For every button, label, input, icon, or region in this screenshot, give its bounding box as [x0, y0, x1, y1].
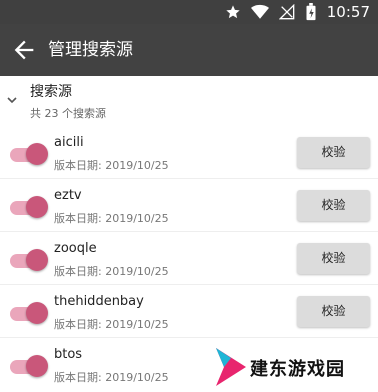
source-toggle[interactable]	[10, 301, 50, 324]
source-toggle[interactable]	[10, 142, 50, 165]
source-name: zooqle	[54, 241, 97, 256]
source-date: 版本日期: 2019/10/25	[54, 159, 169, 172]
source-group-header[interactable]: 搜索源 共 23 个搜索源	[0, 76, 378, 124]
source-date: 版本日期: 2019/10/25	[54, 318, 169, 331]
app-bar: 管理搜索源	[0, 24, 378, 76]
source-name: eztv	[54, 188, 82, 203]
no-signal-icon	[278, 4, 295, 20]
verify-button[interactable]: 校验	[297, 296, 370, 327]
wifi-icon	[250, 4, 269, 19]
source-name: aicili	[54, 135, 84, 150]
verify-button[interactable]: 校验	[297, 137, 370, 168]
back-arrow-icon[interactable]	[10, 36, 38, 64]
chevron-down-icon[interactable]	[6, 94, 18, 106]
page-title: 管理搜索源	[48, 40, 133, 60]
group-title: 搜索源	[30, 84, 72, 100]
source-name: btos	[54, 347, 83, 362]
watermark-text: 建东游戏园	[250, 359, 345, 380]
watermark-logo-icon	[216, 348, 246, 386]
source-date: 版本日期: 2019/10/25	[54, 212, 169, 225]
status-time: 10:57	[326, 3, 370, 21]
source-row: aicili 版本日期: 2019/10/25 校验	[0, 126, 378, 179]
source-row: eztv 版本日期: 2019/10/25 校验	[0, 179, 378, 232]
source-row: thehiddenbay 版本日期: 2019/10/25 校验	[0, 285, 378, 338]
source-toggle[interactable]	[10, 195, 50, 218]
source-date: 版本日期: 2019/10/25	[54, 371, 169, 384]
source-toggle[interactable]	[10, 354, 50, 377]
source-row: zooqle 版本日期: 2019/10/25 校验	[0, 232, 378, 285]
source-name: thehiddenbay	[54, 294, 144, 309]
source-toggle[interactable]	[10, 248, 50, 271]
star-icon	[226, 5, 240, 19]
group-count: 共 23 个搜索源	[30, 107, 106, 120]
watermark: 建东游戏园	[210, 346, 378, 392]
verify-button[interactable]: 校验	[297, 190, 370, 221]
source-date: 版本日期: 2019/10/25	[54, 265, 169, 278]
verify-button[interactable]: 校验	[297, 243, 370, 274]
battery-icon	[306, 3, 316, 21]
status-bar: 10:57	[0, 0, 378, 24]
